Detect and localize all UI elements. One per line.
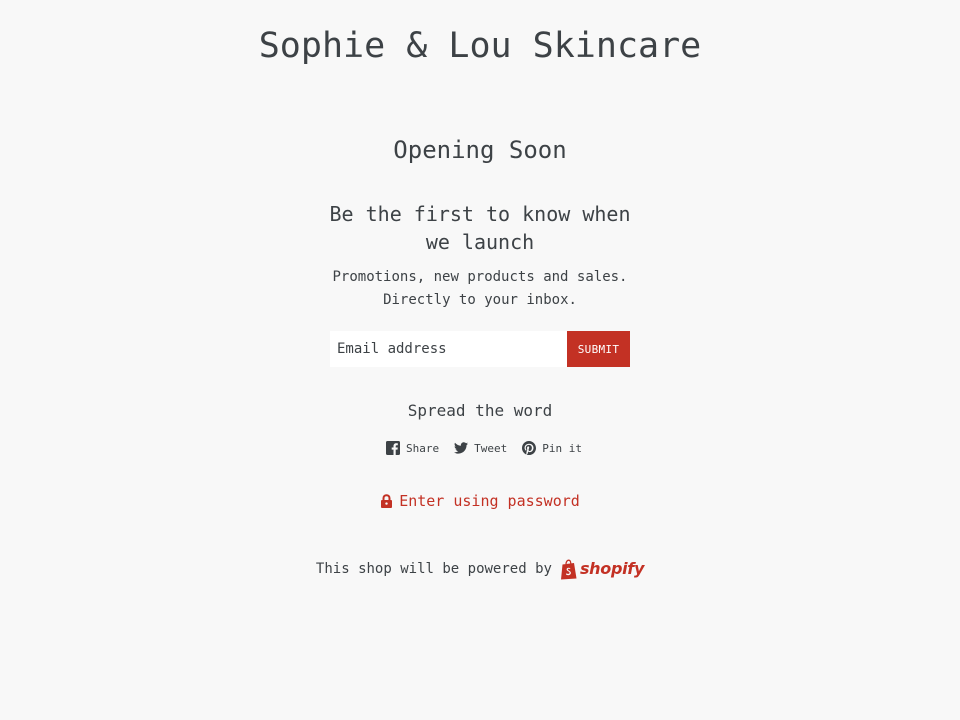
signup-description: Promotions, new products and sales. Dire… [332,269,628,308]
shopify-logo-link[interactable]: shopify [560,557,644,581]
pinterest-share-label: Pin it [542,441,582,455]
newsletter-form: SUBMIT [330,331,630,367]
pinterest-icon [522,441,537,455]
social-share-buttons: Share Tweet Pin it [386,438,582,458]
twitter-share-link[interactable]: Tweet [454,442,507,455]
twitter-share-label: Tweet [474,441,508,455]
lock-icon [381,494,393,508]
facebook-icon [386,441,400,455]
powered-by-text: This shop will be powered by [315,561,552,577]
shopify-wordmark: shopify [579,559,645,578]
email-input[interactable] [330,331,567,367]
shop-title: Sophie & Lou Skincare [258,26,702,66]
spread-the-word-heading: Spread the word [407,401,553,420]
shopify-bag-icon [560,559,577,579]
password-page: Sophie & Lou Skincare Opening Soon Be th… [0,0,960,720]
submit-button[interactable]: SUBMIT [567,331,630,367]
twitter-icon [454,442,469,454]
enter-password-link[interactable]: Enter using password [0,490,960,512]
opening-soon-heading: Opening Soon [393,136,567,164]
enter-password-label: Enter using password [399,492,580,510]
powered-by-footer: This shop will be powered by shopify [0,557,960,581]
facebook-share-link[interactable]: Share [386,441,439,455]
facebook-share-label: Share [406,441,440,455]
pinterest-share-link[interactable]: Pin it [522,441,582,455]
signup-heading: Be the first to know when we launch [329,202,631,254]
